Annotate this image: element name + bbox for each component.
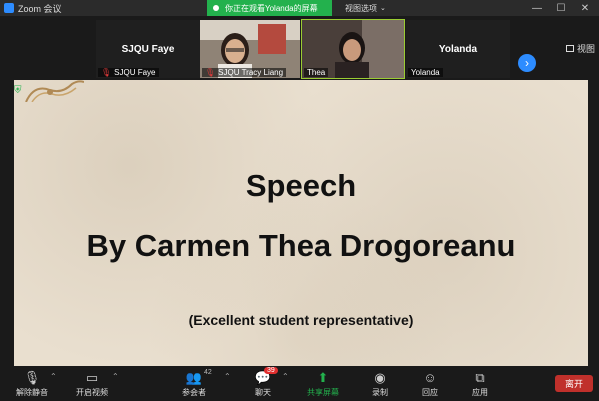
minimize-button[interactable]: — xyxy=(525,0,549,16)
participant-name: Yolanda xyxy=(438,44,478,55)
participant-label: Yolanda xyxy=(408,68,443,77)
participant-name: SJQU Faye xyxy=(121,44,175,55)
participant-tile-sjqu-faye[interactable]: SJQU Faye 🎙 SJQU Faye xyxy=(96,20,200,78)
participant-tile-thea[interactable]: Thea xyxy=(301,19,405,79)
apps-icon: ⧉ xyxy=(475,369,485,385)
chat-label: 聊天 xyxy=(255,388,271,397)
share-screen-button[interactable]: ⬆ 共享屏幕 xyxy=(304,369,342,398)
participant-label-text: SJQU Faye xyxy=(114,68,156,77)
unmute-button[interactable]: 🎙 解除静音 xyxy=(12,369,52,398)
shared-screen: ⛨ Speech By Carmen Thea Drogoreanu (Exce… xyxy=(14,80,588,366)
participant-tile-yolanda[interactable]: Yolanda Yolanda xyxy=(406,20,510,78)
record-label: 录制 xyxy=(372,388,388,397)
share-screen-icon: ⬆ xyxy=(317,369,329,385)
slide-subtitle: By Carmen Thea Drogoreanu xyxy=(86,228,516,263)
view-button[interactable]: 视图 xyxy=(566,42,595,55)
chevron-right-icon: › xyxy=(525,56,529,70)
participant-label: 🎙 SJQU Faye xyxy=(98,68,159,77)
participant-label-text: SJQU Tracy Liang xyxy=(218,68,284,77)
start-video-button[interactable]: ▭ 开启视频 xyxy=(72,369,112,398)
mic-muted-icon: 🎙 xyxy=(205,68,216,77)
participant-strip: SJQU Faye 🎙 SJQU Faye 🎙 SJQU Tracy Liang xyxy=(0,16,599,79)
start-video-label: 开启视频 xyxy=(76,388,108,397)
participants-label: 参会者 xyxy=(182,388,206,397)
sharing-indicator-icon xyxy=(213,5,219,11)
zoom-logo-icon xyxy=(4,3,14,13)
participants-count: 42 xyxy=(204,369,212,376)
video-off-icon: ▭ xyxy=(85,369,99,385)
chat-unread-badge: 39 xyxy=(264,367,278,374)
chat-options-caret[interactable]: ⌃ xyxy=(282,372,289,381)
window-controls: — ☐ ✕ xyxy=(525,0,597,16)
leave-meeting-button[interactable]: 离开 xyxy=(555,375,593,392)
participant-label-text: Yolanda xyxy=(411,68,440,77)
microphone-muted-icon: 🎙 xyxy=(23,369,41,385)
chevron-down-icon: ⌄ xyxy=(380,5,386,12)
title-bar: Zoom 会议 你正在观看Yolanda的屏幕 视图选项 ⌄ — ☐ ✕ xyxy=(0,0,599,16)
slide-note: (Excellent student representative) xyxy=(188,312,414,328)
participant-label: Thea xyxy=(304,68,329,77)
record-button[interactable]: ◉ 录制 xyxy=(368,369,392,398)
video-options-caret[interactable]: ⌃ xyxy=(112,372,119,381)
decorative-ornament xyxy=(25,80,84,102)
view-options-dropdown[interactable]: 视图选项 ⌄ xyxy=(341,0,390,16)
screen-share-banner[interactable]: 你正在观看Yolanda的屏幕 xyxy=(207,0,332,16)
reactions-label: 回应 xyxy=(422,388,438,397)
share-screen-label: 共享屏幕 xyxy=(307,388,339,397)
participant-tile-sjqu-tracy-liang[interactable]: 🎙 SJQU Tracy Liang xyxy=(200,20,300,78)
view-button-label: 视图 xyxy=(577,44,596,54)
share-banner-text: 你正在观看Yolanda的屏幕 xyxy=(225,3,318,13)
meeting-toolbar: 🎙 解除静音 ⌃ ▭ 开启视频 ⌃ 👥 参会者 42 ⌃ 💬 聊天 39 ⌃ ⬆… xyxy=(0,367,599,401)
reactions-button[interactable]: ☺ 回应 xyxy=(418,369,442,398)
grid-view-icon xyxy=(566,45,574,52)
participant-label: 🎙 SJQU Tracy Liang xyxy=(202,68,287,77)
mic-muted-icon: 🎙 xyxy=(101,68,112,77)
emoji-icon: ☺ xyxy=(423,370,437,385)
maximize-button[interactable]: ☐ xyxy=(549,0,573,16)
next-page-button[interactable]: › xyxy=(518,54,536,72)
security-shield-icon[interactable]: ⛨ xyxy=(14,85,24,96)
apps-label: 应用 xyxy=(472,388,488,397)
participant-label-text: Thea xyxy=(307,68,326,77)
close-button[interactable]: ✕ xyxy=(573,0,597,16)
slide-title: Speech xyxy=(245,168,357,203)
unmute-label: 解除静音 xyxy=(16,388,48,397)
record-icon: ◉ xyxy=(374,369,386,385)
view-options-label: 视图选项 xyxy=(345,3,377,13)
window-title: Zoom 会议 xyxy=(18,3,62,14)
participants-icon: 👥 xyxy=(185,369,203,385)
participants-options-caret[interactable]: ⌃ xyxy=(224,372,231,381)
audio-options-caret[interactable]: ⌃ xyxy=(50,372,57,381)
apps-button[interactable]: ⧉ 应用 xyxy=(468,369,492,398)
